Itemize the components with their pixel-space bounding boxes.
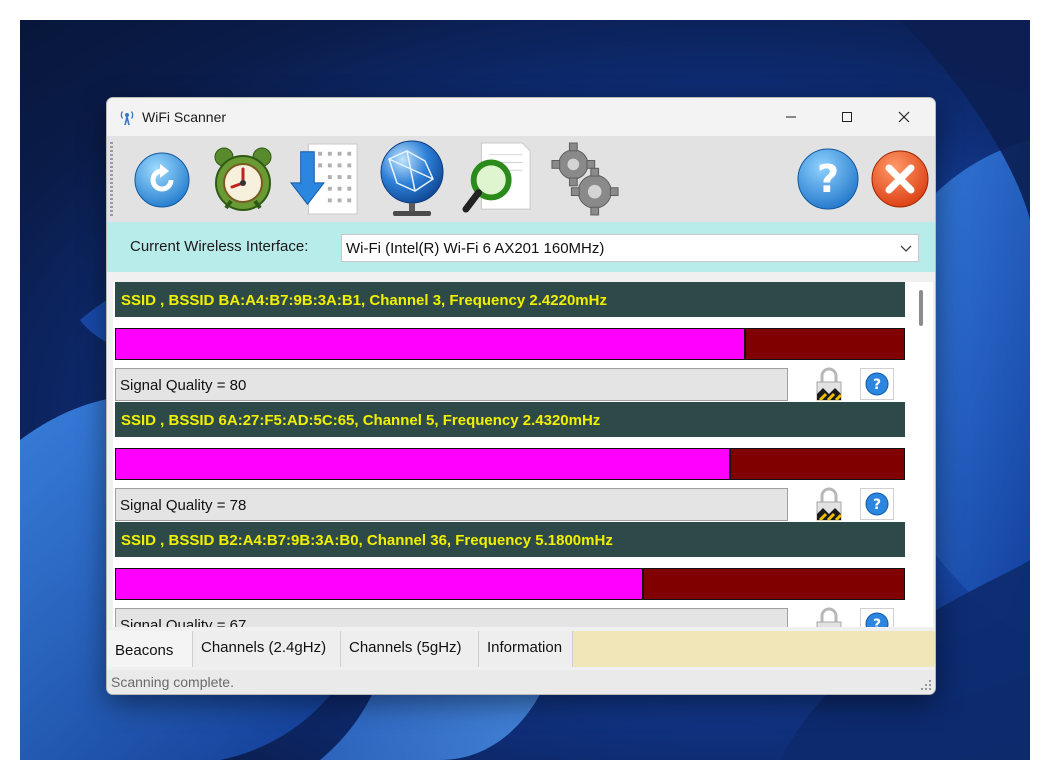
help-button[interactable]: ? [793, 138, 863, 220]
network-header: SSID , BSSID BA:A4:B7:9B:3A:B1, Channel … [115, 282, 905, 317]
toolbar: ? [107, 136, 935, 222]
toolbar-grip [110, 142, 113, 216]
minimize-icon [786, 116, 796, 118]
help-icon: ? [865, 612, 889, 627]
help-icon: ? [865, 492, 889, 516]
signal-quality-label: Signal Quality = 67 [115, 608, 788, 627]
title-bar[interactable]: WiFi Scanner [107, 98, 935, 136]
download-icon [289, 143, 358, 215]
signal-bar [115, 568, 905, 600]
timer-button[interactable] [208, 138, 278, 220]
screenshot-frame: WiFi Scanner ? Current Wireless Interfac… [0, 0, 1050, 780]
export-button[interactable] [289, 138, 359, 220]
lock-icon[interactable] [813, 606, 845, 627]
interface-dropdown[interactable]: Wi-Fi (Intel(R) Wi-Fi 6 AX201 160MHz) [341, 234, 919, 262]
app-window: WiFi Scanner ? Current Wireless Interfac… [106, 97, 936, 695]
network-header: SSID , BSSID 6A:27:F5:AD:5C:65, Channel … [115, 402, 905, 437]
close-button[interactable] [875, 98, 933, 136]
lock-icon[interactable] [813, 366, 845, 402]
gears-icon [551, 142, 619, 216]
exit-icon [871, 150, 929, 208]
network-header: SSID , BSSID B2:A4:B7:9B:3A:B0, Channel … [115, 522, 905, 557]
network-info-button[interactable]: ? [860, 368, 894, 400]
svg-text:?: ? [873, 497, 881, 513]
interface-label: Current Wireless Interface: [130, 238, 309, 255]
chevron-down-icon [900, 245, 912, 252]
refresh-icon [134, 152, 190, 208]
refresh-button[interactable] [127, 138, 197, 220]
network-entry: SSID , BSSID 6A:27:F5:AD:5C:65, Channel … [113, 402, 905, 522]
scrollbar-thumb[interactable] [919, 290, 923, 326]
resize-grip-icon[interactable] [919, 678, 933, 692]
tab-information[interactable]: Information [479, 631, 573, 667]
tab-channels-2-4ghz[interactable]: Channels (2.4gHz) [193, 631, 341, 667]
signal-bar-fill [116, 329, 747, 359]
status-text: Scanning complete. [111, 674, 234, 690]
maximize-button[interactable] [818, 98, 876, 136]
signal-bar [115, 328, 905, 360]
help-icon: ? [797, 148, 859, 210]
alarm-clock-icon [214, 147, 272, 211]
signal-bar-fill [116, 569, 644, 599]
network-info-button[interactable]: ? [860, 488, 894, 520]
close-icon [898, 111, 910, 123]
tab-bar: Beacons Channels (2.4gHz) Channels (5gHz) I… [107, 631, 935, 667]
lock-icon[interactable] [813, 486, 845, 522]
status-bar: Scanning complete. [107, 670, 935, 694]
svg-text:?: ? [817, 157, 839, 201]
tab-channels-5ghz[interactable]: Channels (5gHz) [341, 631, 479, 667]
network-info-button[interactable]: ? [860, 608, 894, 627]
tab-beacons[interactable]: Beacons [107, 631, 193, 667]
svg-text:?: ? [873, 617, 881, 627]
signal-quality-label: Signal Quality = 78 [115, 488, 788, 521]
magnifier-icon [462, 142, 531, 213]
network-entry: SSID , BSSID B2:A4:B7:9B:3A:B0, Channel … [113, 522, 905, 627]
maximize-icon [842, 112, 852, 122]
exit-button[interactable] [865, 138, 935, 220]
svg-text:?: ? [873, 377, 881, 393]
window-title: WiFi Scanner [142, 109, 227, 125]
wifi-app-icon [120, 111, 134, 126]
network-button[interactable] [377, 138, 447, 220]
globe-network-icon [380, 140, 444, 216]
search-button[interactable] [462, 138, 532, 220]
help-icon: ? [865, 372, 889, 396]
beacon-list[interactable]: SSID , BSSID BA:A4:B7:9B:3A:B1, Channel … [113, 282, 933, 627]
signal-bar [115, 448, 905, 480]
settings-button[interactable] [550, 138, 620, 220]
network-entry: SSID , BSSID BA:A4:B7:9B:3A:B1, Channel … [113, 282, 905, 402]
interface-selected-value: Wi-Fi (Intel(R) Wi-Fi 6 AX201 160MHz) [346, 240, 605, 257]
signal-bar-fill [116, 449, 731, 479]
interface-bar: Current Wireless Interface: Wi-Fi (Intel… [107, 222, 935, 272]
signal-quality-label: Signal Quality = 80 [115, 368, 788, 401]
minimize-button[interactable] [762, 98, 820, 136]
